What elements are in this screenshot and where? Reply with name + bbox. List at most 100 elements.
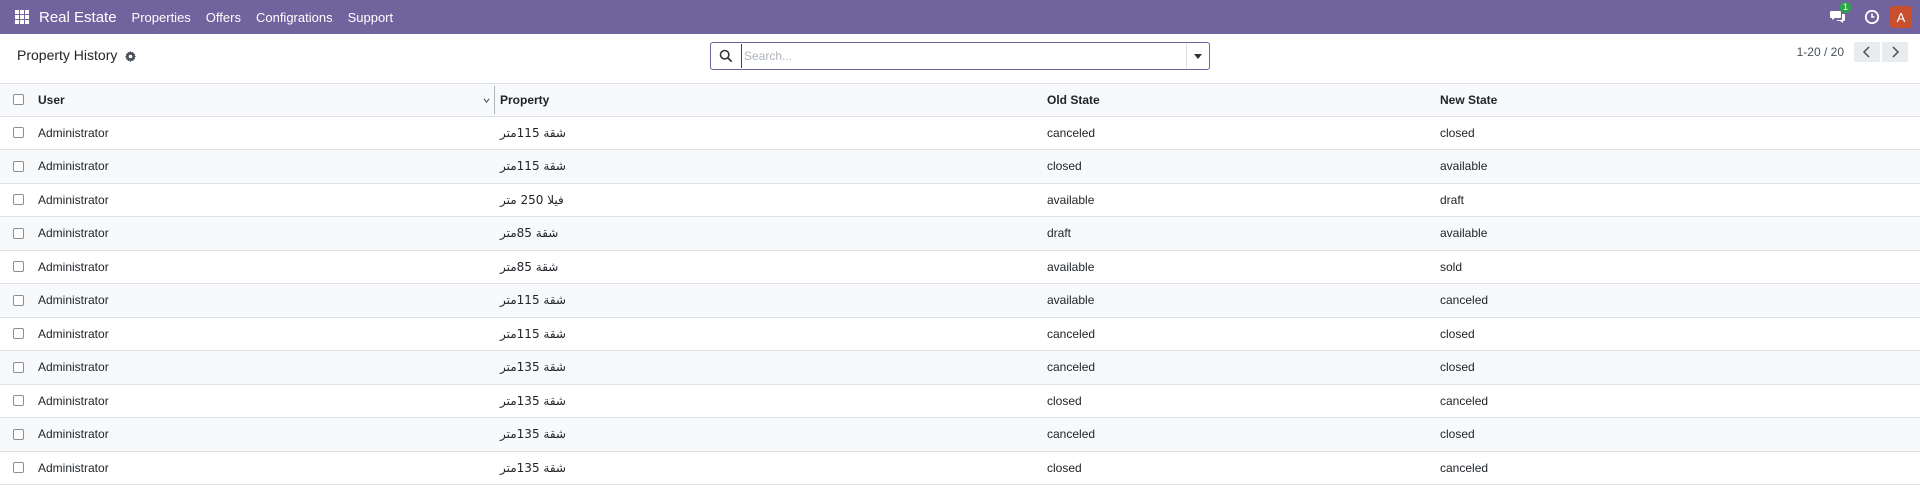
- cell-property[interactable]: شقة 115متر: [495, 283, 1047, 318]
- column-header-new-state[interactable]: New State: [1440, 84, 1920, 117]
- cell-old-state[interactable]: draft: [1047, 216, 1440, 251]
- row-checkbox[interactable]: [13, 328, 24, 340]
- row-checkbox[interactable]: [13, 428, 24, 440]
- cell-property[interactable]: شقة 115متر: [495, 317, 1047, 351]
- cell-new-state[interactable]: sold: [1440, 250, 1920, 284]
- column-header-old-state[interactable]: Old State: [1047, 84, 1440, 117]
- cell-new-state-value: closed: [1440, 360, 1475, 375]
- table-row[interactable]: Administrator شقة 115متر available canceled: [0, 283, 1920, 318]
- cell-user[interactable]: Administrator: [33, 350, 495, 385]
- cell-user[interactable]: Administrator: [33, 283, 495, 318]
- cell-new-state[interactable]: closed: [1440, 317, 1920, 351]
- cell-old-state[interactable]: canceled: [1047, 417, 1440, 452]
- cell-old-state[interactable]: canceled: [1047, 116, 1440, 150]
- cell-old-state[interactable]: available: [1047, 283, 1440, 318]
- cell-user[interactable]: Administrator: [33, 451, 495, 485]
- row-checkbox[interactable]: [13, 462, 24, 474]
- table-row[interactable]: Administrator شقة 135متر canceled closed: [0, 417, 1920, 452]
- select-all-cell: [0, 84, 33, 117]
- menu-item-support[interactable]: Support: [348, 10, 394, 25]
- cell-property[interactable]: فيلا 250 متر: [495, 183, 1047, 217]
- table-row[interactable]: Administrator شقة 115متر canceled closed: [0, 317, 1920, 351]
- cell-new-state[interactable]: closed: [1440, 350, 1920, 385]
- cell-property[interactable]: شقة 135متر: [495, 417, 1047, 452]
- cell-old-state[interactable]: canceled: [1047, 350, 1440, 385]
- cell-new-state[interactable]: closed: [1440, 417, 1920, 452]
- select-all-checkbox[interactable]: [13, 94, 24, 106]
- row-checkbox[interactable]: [13, 294, 24, 306]
- cell-old-state[interactable]: closed: [1047, 149, 1440, 184]
- row-checkbox[interactable]: [13, 395, 24, 407]
- pager-previous-button[interactable]: [1854, 42, 1880, 62]
- cell-property[interactable]: شقة 135متر: [495, 384, 1047, 418]
- table-row[interactable]: Administrator شقة 115متر closed available: [0, 149, 1920, 184]
- activity-clock-icon[interactable]: [1864, 9, 1880, 25]
- cell-old-state[interactable]: available: [1047, 183, 1440, 217]
- cell-new-state[interactable]: canceled: [1440, 384, 1920, 418]
- chat-icon[interactable]: 1: [1830, 2, 1851, 26]
- cell-user[interactable]: Administrator: [33, 250, 495, 284]
- cell-property-value: شقة 135متر: [500, 427, 566, 442]
- column-header-property[interactable]: Property: [495, 84, 1047, 117]
- cell-new-state[interactable]: canceled: [1440, 283, 1920, 318]
- cell-new-state[interactable]: draft: [1440, 183, 1920, 217]
- cell-old-state[interactable]: canceled: [1047, 317, 1440, 351]
- cell-user[interactable]: Administrator: [33, 149, 495, 184]
- gear-icon[interactable]: [125, 50, 137, 62]
- menu-item-configrations[interactable]: Configrations: [256, 10, 333, 25]
- search-input[interactable]: [741, 44, 1186, 68]
- cell-user-value: Administrator: [38, 159, 109, 174]
- row-select-cell: [0, 183, 33, 217]
- cell-new-state-value: closed: [1440, 427, 1475, 442]
- cell-new-state[interactable]: closed: [1440, 116, 1920, 150]
- table-row[interactable]: Administrator شقة 85متر available sold: [0, 250, 1920, 284]
- row-select-cell: [0, 216, 33, 251]
- cell-user[interactable]: Administrator: [33, 183, 495, 217]
- cell-property[interactable]: شقة 135متر: [495, 451, 1047, 485]
- menu-item-offers[interactable]: Offers: [206, 10, 241, 25]
- table-row[interactable]: Administrator فيلا 250 متر available draft: [0, 183, 1920, 217]
- pager-value[interactable]: 1-20 / 20: [1797, 45, 1844, 59]
- table-row[interactable]: Administrator شقة 115متر canceled closed: [0, 116, 1920, 150]
- row-checkbox[interactable]: [13, 361, 24, 373]
- cell-user[interactable]: Administrator: [33, 384, 495, 418]
- table-row[interactable]: Administrator شقة 135متر closed canceled: [0, 384, 1920, 418]
- row-checkbox[interactable]: [13, 160, 24, 172]
- cell-new-state-value: canceled: [1440, 293, 1489, 308]
- row-select-cell: [0, 417, 33, 452]
- cell-user-value: Administrator: [38, 427, 109, 442]
- cell-old-state[interactable]: available: [1047, 250, 1440, 284]
- cell-user[interactable]: Administrator: [33, 317, 495, 351]
- cell-new-state[interactable]: canceled: [1440, 451, 1920, 485]
- cell-property[interactable]: شقة 115متر: [495, 149, 1047, 184]
- cell-old-state-value: available: [1047, 192, 1095, 207]
- cell-new-state[interactable]: available: [1440, 216, 1920, 251]
- table-row[interactable]: Administrator شقة 135متر closed canceled: [0, 451, 1920, 485]
- cell-user[interactable]: Administrator: [33, 216, 495, 251]
- pager-next-button[interactable]: [1882, 42, 1908, 62]
- cell-property[interactable]: شقة 115متر: [495, 116, 1047, 150]
- cell-property[interactable]: شقة 85متر: [495, 250, 1047, 284]
- cell-old-state[interactable]: closed: [1047, 451, 1440, 485]
- table-row[interactable]: Administrator شقة 85متر draft available: [0, 216, 1920, 251]
- cell-user[interactable]: Administrator: [33, 417, 495, 452]
- cell-new-state[interactable]: available: [1440, 149, 1920, 184]
- apps-grid-icon[interactable]: [15, 10, 29, 24]
- row-checkbox[interactable]: [13, 227, 24, 239]
- app-brand[interactable]: Real Estate: [39, 9, 117, 26]
- cell-property[interactable]: شقة 85متر: [495, 216, 1047, 251]
- chat-badge: 1: [1840, 2, 1851, 13]
- search-options-toggle[interactable]: [1186, 43, 1209, 69]
- column-header-user[interactable]: User: [33, 84, 497, 117]
- menu-item-properties[interactable]: Properties: [132, 10, 191, 25]
- cell-user[interactable]: Administrator: [33, 116, 495, 150]
- row-checkbox[interactable]: [13, 127, 24, 139]
- sort-caret-icon[interactable]: [483, 97, 490, 104]
- cell-property[interactable]: شقة 135متر: [495, 350, 1047, 385]
- row-checkbox[interactable]: [13, 261, 24, 273]
- cell-user-value: Administrator: [38, 460, 109, 475]
- row-checkbox[interactable]: [13, 194, 24, 206]
- table-row[interactable]: Administrator شقة 135متر canceled closed: [0, 350, 1920, 385]
- cell-old-state[interactable]: closed: [1047, 384, 1440, 418]
- user-avatar[interactable]: A: [1890, 6, 1912, 28]
